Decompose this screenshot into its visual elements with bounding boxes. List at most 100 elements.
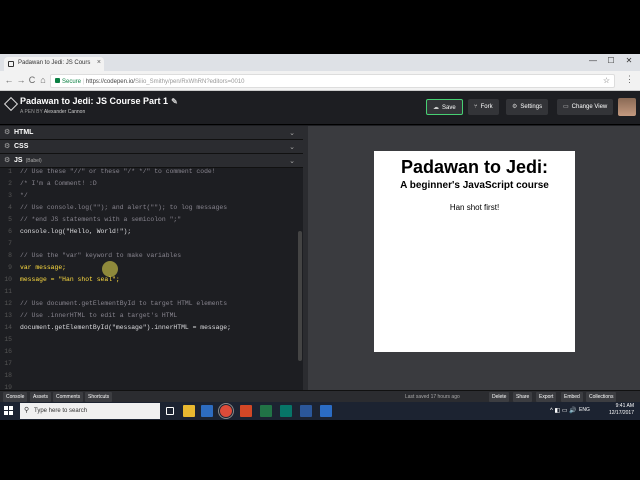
css-chevron-icon[interactable]: ⌄ [289, 143, 295, 151]
share-button[interactable]: Share [513, 392, 533, 402]
code-line[interactable]: 15 [0, 336, 300, 348]
delete-button[interactable]: Delete [489, 392, 510, 402]
line-number: 2 [8, 180, 12, 187]
code-line[interactable]: 13 // Use .innerHTML to edit a target's H… [0, 312, 300, 324]
code-line[interactable]: 7 [0, 240, 300, 252]
word-icon[interactable] [300, 405, 312, 417]
store-icon[interactable] [201, 405, 213, 417]
line-number: 7 [8, 240, 12, 247]
embed-button[interactable]: Embed [561, 392, 583, 402]
bookmark-star-icon[interactable]: ☆ [603, 76, 610, 85]
system-tray-icons[interactable]: ^ ◧ ▭ 🔊 [550, 407, 577, 414]
code-line[interactable]: 14 document.getElementById("message").inn… [0, 324, 300, 336]
back-icon[interactable]: ← [3, 74, 15, 86]
codepen-logo-icon[interactable] [3, 96, 19, 112]
minimize-icon[interactable]: — [584, 54, 602, 68]
code-line[interactable]: 5 // *end JS statements with a semicolon … [0, 216, 300, 228]
tab-close-icon[interactable]: × [97, 59, 101, 66]
secure-label: Secure [62, 79, 82, 85]
js-preprocessor-label: (Babel) [25, 158, 42, 164]
js-code-editor[interactable]: 1 // Use these "//" or these "/* */" to c… [0, 168, 303, 404]
file-explorer-icon[interactable] [183, 405, 195, 417]
author-name[interactable]: Alexander Cannon [44, 109, 85, 115]
save-button[interactable]: ☁ Save [426, 99, 463, 115]
code-line[interactable]: 3 */ [0, 192, 300, 204]
edit-title-icon[interactable]: ✎ [171, 97, 178, 106]
settings-button[interactable]: ⚙ Settings [506, 99, 549, 115]
mouse-cursor-highlight [102, 261, 118, 277]
code-line[interactable]: 9 var message; [0, 264, 300, 276]
windows-start-icon[interactable] [4, 406, 14, 416]
code-line[interactable]: 11 [0, 288, 300, 300]
fork-label: Fork [480, 104, 493, 110]
collections-button[interactable]: Collections [586, 392, 617, 402]
js-label: JS [14, 157, 23, 164]
home-icon[interactable]: ⌂ [37, 74, 49, 86]
code-line[interactable]: 4 // Use console.log(""); and alert(""); … [0, 204, 300, 216]
browser-tab[interactable]: Padawan to Jedi: JS Cours × [4, 57, 104, 71]
js-editor-header[interactable]: ⚙ JS (Babel) ⌄ [0, 154, 303, 168]
avatar[interactable] [618, 98, 636, 116]
line-number: 6 [8, 228, 12, 235]
assets-button[interactable]: Assets [30, 392, 52, 402]
code-line[interactable]: 10 message = "Han shot seal"; [0, 276, 300, 288]
browser-menu-icon[interactable]: ⋮ [625, 74, 634, 85]
line-number: 15 [4, 336, 12, 343]
publisher-icon[interactable] [280, 405, 292, 417]
address-bar: ← → C ⌂ Secure | https://codepen.io/Siii… [0, 71, 640, 91]
code-text: message = "Han shot seal"; [20, 276, 120, 283]
code-line[interactable]: 1 // Use these "//" or these "/* */" to c… [0, 168, 300, 180]
powerpoint-icon[interactable] [240, 405, 252, 417]
code-line[interactable]: 17 [0, 360, 300, 372]
excel-icon[interactable] [260, 405, 272, 417]
tab-title: Padawan to Jedi: JS Cours [18, 60, 91, 66]
clock[interactable]: 9:41 AM 12/17/2017 [609, 403, 634, 417]
export-button[interactable]: Export [536, 392, 557, 402]
language-indicator[interactable]: ENG [579, 407, 590, 413]
taskbar-search-input[interactable]: ⚲ Type here to search [20, 403, 160, 419]
editor-panel: ⚙ HTML ⌄ ⚙ CSS ⌄ ⚙ JS (Babel) ⌄ 1 // Use t… [0, 126, 303, 404]
gear-icon: ⚙ [512, 104, 518, 110]
task-view-icon[interactable] [166, 407, 174, 415]
url-input[interactable]: Secure | https://codepen.io/Siiio_Smithy… [50, 74, 615, 88]
html-settings-icon[interactable]: ⚙ [4, 128, 10, 136]
code-line[interactable]: 16 [0, 348, 300, 360]
console-button[interactable]: Console [3, 392, 28, 402]
line-number: 4 [8, 204, 12, 211]
code-text: /* I'm a Comment! :D [20, 180, 97, 187]
pen-title: Padawan to Jedi: JS Course Part 1 ✎ [20, 96, 178, 106]
visual-studio-icon[interactable] [320, 405, 332, 417]
html-chevron-icon[interactable]: ⌄ [289, 129, 295, 137]
editor-scrollbar[interactable] [298, 231, 302, 361]
js-chevron-icon[interactable]: ⌄ [289, 157, 295, 165]
maximize-icon[interactable]: ☐ [602, 54, 620, 68]
code-line[interactable]: 18 [0, 372, 300, 384]
change-view-button[interactable]: ▭ Change View [557, 99, 614, 115]
css-settings-icon[interactable]: ⚙ [4, 142, 10, 150]
code-text: var message; [20, 264, 67, 271]
line-number: 10 [4, 276, 12, 283]
shortcuts-button[interactable]: Shortcuts [85, 392, 113, 402]
code-line[interactable]: 2 /* I'm a Comment! :D [0, 180, 300, 192]
js-settings-icon[interactable]: ⚙ [4, 156, 10, 164]
code-line[interactable]: 6 console.log("Hello, World!"); [0, 228, 300, 240]
cloud-icon: ☁ [433, 105, 439, 111]
clock-date: 12/17/2017 [608, 410, 634, 416]
line-number: 1 [8, 168, 12, 175]
close-icon[interactable]: ✕ [620, 54, 638, 68]
code-line[interactable]: 12 // Use document.getElementById to targ… [0, 300, 300, 312]
line-number: 9 [8, 264, 12, 271]
fork-button[interactable]: ⑂ Fork [468, 99, 499, 115]
code-text: // Use these "//" or these "/* */" to co… [20, 168, 216, 175]
line-number: 18 [4, 372, 12, 379]
css-editor-header[interactable]: ⚙ CSS ⌄ [0, 140, 303, 154]
line-number: 13 [4, 312, 12, 319]
code-text: // Use document.getElementById to target… [20, 300, 228, 307]
search-placeholder: Type here to search [34, 408, 88, 414]
chrome-icon[interactable] [218, 403, 234, 419]
comments-button[interactable]: Comments [53, 392, 84, 402]
html-editor-header[interactable]: ⚙ HTML ⌄ [0, 126, 303, 140]
line-number: 5 [8, 216, 12, 223]
line-number: 11 [4, 288, 12, 295]
code-line[interactable]: 8 // Use the "var" keyword to make variab… [0, 252, 300, 264]
